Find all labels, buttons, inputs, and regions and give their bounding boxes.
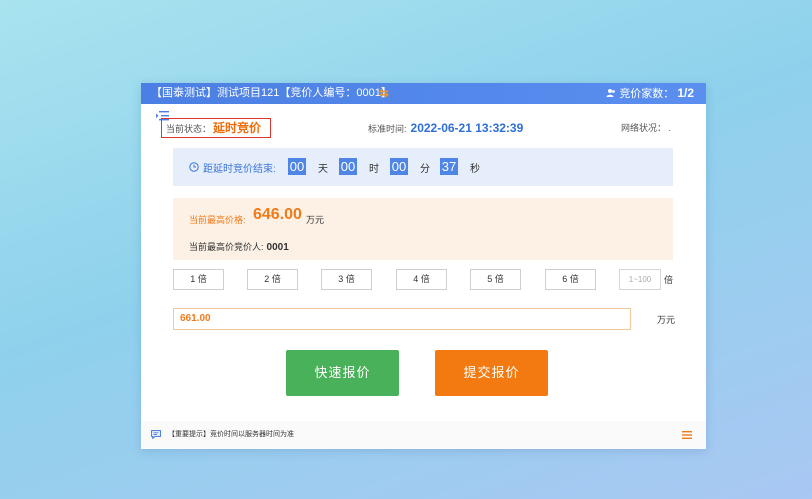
multiplier-button-4[interactable]: 4 倍 [396, 269, 447, 290]
countdown-hours-unit: 时 [369, 164, 379, 175]
current-status-label: 当前状态： [166, 124, 212, 134]
highest-price-label: 当前最高价格: [189, 215, 246, 225]
multiplier-button-2[interactable]: 2 倍 [247, 269, 298, 290]
countdown-seconds-unit: 秒 [470, 164, 480, 175]
countdown-days-unit: 天 [318, 164, 328, 175]
countdown-hours: 00 [339, 158, 357, 175]
highest-price-unit: 万元 [306, 215, 325, 225]
bid-amount-input[interactable]: 661.00 [173, 308, 631, 330]
bidder-count: 竞价家数： 1/2 [606, 83, 694, 105]
network-status-value: . [668, 123, 672, 133]
highest-price-panel: 当前最高价格: 646.00 万元 当前最高价竞价人: 0001 [173, 198, 673, 260]
current-status-value: 延时竞价 [213, 121, 262, 135]
countdown-days: 00 [288, 158, 306, 175]
users-icon [606, 89, 616, 97]
bid-amount-unit: 万元 [657, 316, 676, 326]
highest-price-value: 646.00 [253, 206, 302, 223]
multiplier-button-3[interactable]: 3 倍 [321, 269, 372, 290]
standard-time-label: 标准时间: [368, 124, 407, 134]
countdown-panel: 距延时竞价结束: 00 天 00 时 00 分 37 秒 [173, 148, 673, 186]
countdown-minutes-unit: 分 [420, 164, 430, 175]
custom-multiplier-unit: 倍 [664, 276, 674, 286]
footer-bar: 【重要提示】竞价时间以服务器时间为准 [141, 421, 706, 449]
countdown-seconds: 37 [440, 158, 458, 175]
custom-multiplier-input[interactable]: 1~100 [619, 269, 661, 290]
multiplier-button-5[interactable]: 5 倍 [470, 269, 521, 290]
highest-bidder-label: 当前最高价竞价人: [189, 242, 264, 252]
network-status: 网络状况： . [621, 120, 671, 136]
bidding-panel: 【国泰测试】测试项目121【竞价人编号：0001】 ⇆ 竞价家数： 1/2 当前状… [141, 83, 706, 449]
network-status-label: 网络状况： [621, 123, 667, 133]
countdown-label: 距延时竞价结束: [203, 164, 276, 175]
standard-time: 标准时间: 2022-06-21 13:32:39 [368, 120, 523, 137]
bidder-count-value: 1/2 [677, 86, 694, 100]
multiplier-button-1[interactable]: 1 倍 [173, 269, 224, 290]
countdown-minutes: 00 [390, 158, 408, 175]
submit-bid-button[interactable]: 提交报价 [435, 350, 548, 396]
important-tip: 【重要提示】竞价时间以服务器时间为准 [168, 431, 294, 438]
current-status: 当前状态： 延时竞价 [161, 118, 271, 138]
message-icon [151, 430, 161, 439]
standard-time-value: 2022-06-21 13:32:39 [410, 121, 524, 135]
project-title: 【国泰测试】测试项目121【竞价人编号：0001】 [151, 87, 392, 99]
bidder-count-label: 竞价家数： [619, 88, 675, 100]
swap-icon[interactable]: ⇆ [379, 83, 389, 104]
highest-bidder: 当前最高价竞价人: 0001 [189, 240, 289, 253]
quick-bid-button[interactable]: 快速报价 [286, 350, 399, 396]
list-icon[interactable] [682, 431, 692, 439]
multiplier-button-6[interactable]: 6 倍 [545, 269, 596, 290]
panel-header: 【国泰测试】测试项目121【竞价人编号：0001】 ⇆ 竞价家数： 1/2 [141, 83, 706, 104]
highest-bidder-value: 0001 [266, 242, 289, 253]
clock-icon [189, 162, 199, 172]
